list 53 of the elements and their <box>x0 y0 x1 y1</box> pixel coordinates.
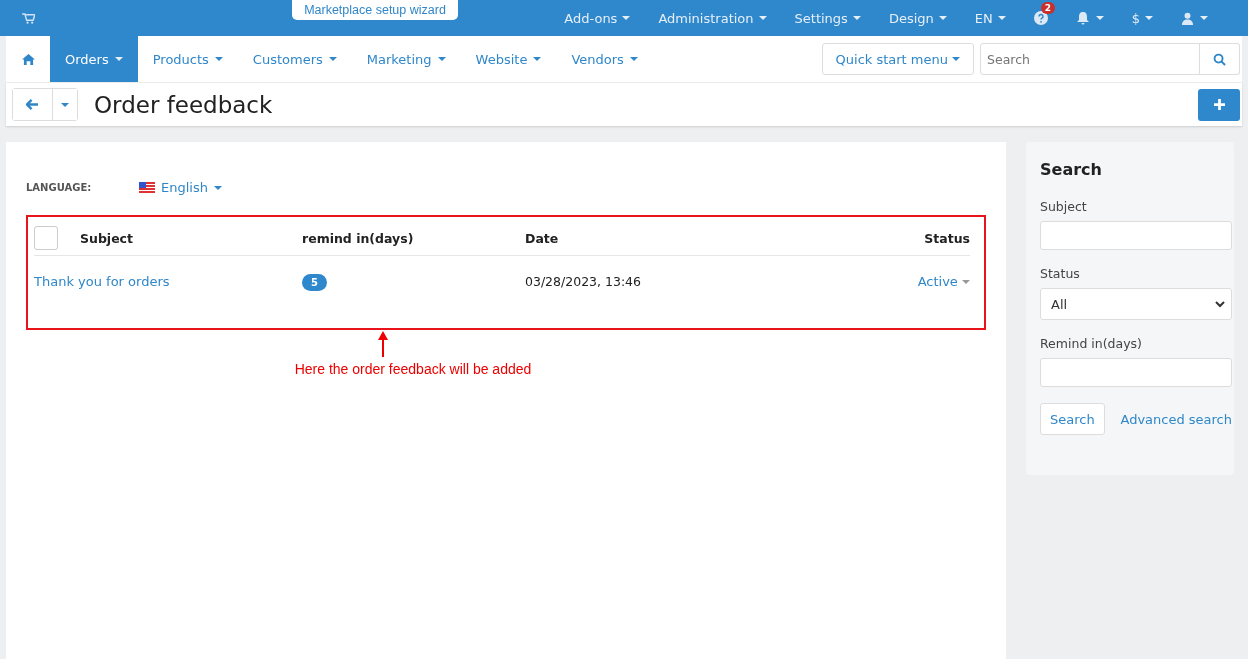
column-header: Subject <box>80 230 133 246</box>
help-icon[interactable] <box>1033 11 1048 25</box>
select-all-checkbox[interactable] <box>34 226 58 250</box>
status-select[interactable]: All <box>1040 288 1232 320</box>
quick-start-menu-button[interactable]: Quick start menu <box>821 43 974 75</box>
annotation-text: Here the order feedback will be added <box>294 361 532 377</box>
language-label: LANGUAGE: <box>26 182 93 193</box>
top-menu-item[interactable]: Add-ons <box>550 10 645 26</box>
top-menu-item[interactable]: Design <box>874 10 961 26</box>
nav-tab[interactable]: Orders <box>50 36 138 82</box>
language-selector[interactable]: English <box>139 180 222 195</box>
field-label: Subject <box>1040 199 1088 214</box>
column-header: Status <box>924 230 970 246</box>
notification-badge: 2 <box>1040 2 1055 14</box>
nav-tab[interactable]: Vendors <box>556 36 653 82</box>
top-menu-item[interactable]: Settings <box>780 10 875 26</box>
column-header: Date <box>525 230 559 246</box>
days-badge: 5 <box>302 273 327 291</box>
search-icon <box>1213 52 1226 66</box>
nav-tab[interactable]: Marketing <box>351 36 461 82</box>
home-icon <box>21 53 35 65</box>
search-button[interactable]: Search <box>1040 403 1105 435</box>
add-button[interactable] <box>1198 88 1240 121</box>
advanced-search-link[interactable]: Advanced search <box>1120 411 1232 427</box>
chevron-icon <box>1215 300 1225 308</box>
input-field[interactable] <box>1040 221 1232 250</box>
nav-tab[interactable]: Customers <box>237 36 352 82</box>
bell-icon[interactable] <box>1075 11 1090 25</box>
up-arrow <box>378 331 388 357</box>
input-field[interactable] <box>1040 358 1232 387</box>
sidebar-title: Search <box>1040 160 1103 179</box>
back-button[interactable] <box>13 89 53 120</box>
top-menu-item[interactable]: EN <box>960 10 1020 26</box>
top-menu-item[interactable]: Administration <box>644 10 781 26</box>
field-label: Status <box>1040 266 1081 281</box>
nav-tab[interactable]: Website <box>460 36 557 82</box>
subject-link[interactable]: Thank you for orders <box>34 273 170 289</box>
flag-icon <box>139 182 155 193</box>
status-dropdown[interactable]: Active <box>917 273 970 289</box>
left-arrow-icon <box>26 99 39 110</box>
search-button[interactable] <box>1200 43 1240 75</box>
plus-icon <box>1213 99 1225 110</box>
field-label: Remind in(days) <box>1040 336 1143 351</box>
user-icon[interactable] <box>1181 11 1194 25</box>
setup-wizard-button[interactable]: Marketplace setup wizard <box>292 0 458 20</box>
caret-icon <box>61 102 69 107</box>
cart-icon[interactable] <box>22 12 35 24</box>
date-text: 03/28/2023, 13:46 <box>525 273 641 289</box>
page-title: Order feedback <box>94 91 273 118</box>
search-field[interactable]: Search <box>980 43 1200 75</box>
top-menu-item[interactable]: $ <box>1117 10 1167 26</box>
nav-tab[interactable]: Products <box>137 36 238 82</box>
column-header: remind in(days) <box>302 230 414 246</box>
